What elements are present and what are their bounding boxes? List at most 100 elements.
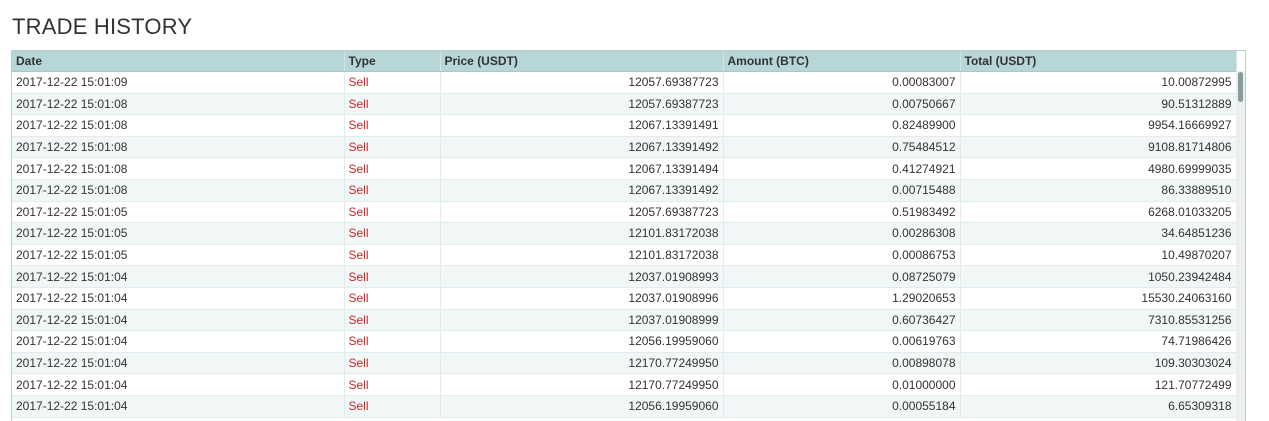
- cell-amount: 0.00750667: [723, 93, 961, 116]
- cell-type: Sell: [344, 395, 441, 418]
- cell-date: 2017-12-22 15:01:04: [12, 287, 345, 310]
- cell-price: 12057.69387723: [440, 71, 724, 94]
- cell-price: 12101.83172038: [440, 244, 724, 267]
- table-row[interactable]: 2017-12-22 15:01:05 Sell 12101.83172038 0.0…: [12, 222, 1237, 245]
- cell-total: 86.33889510: [960, 179, 1237, 202]
- cell-type: Sell: [344, 373, 441, 396]
- cell-price: 12037.01908996: [440, 287, 724, 310]
- cell-amount: 0.00898078: [723, 352, 961, 375]
- cell-amount: 0.41274921: [723, 157, 961, 180]
- cell-price: 12170.77249950: [440, 373, 724, 396]
- cell-total: 34.64851236: [960, 222, 1237, 245]
- cell-type: Sell: [344, 222, 441, 245]
- cell-amount: 0.00055184: [723, 395, 961, 418]
- cell-date: 2017-12-22 15:01:08: [12, 157, 345, 180]
- cell-date: 2017-12-22 15:01:04: [12, 373, 345, 396]
- trade-history-table-container: Date Type Price (USDT) Amount (BTC) Tota…: [11, 50, 1246, 421]
- cell-total: 9108.81714806: [960, 136, 1237, 159]
- table-row[interactable]: 2017-12-22 15:01:08 Sell 12067.13391491 0.8…: [12, 114, 1237, 137]
- cell-price: 12056.19959060: [440, 395, 724, 418]
- scrollbar-thumb[interactable]: [1238, 72, 1243, 102]
- table-row[interactable]: 2017-12-22 15:01:04 Sell 12056.19959060 0.0…: [12, 395, 1237, 418]
- cell-total: 4980.69999035: [960, 157, 1237, 180]
- cell-type: Sell: [344, 179, 441, 202]
- cell-amount: 1.29020653: [723, 287, 961, 310]
- cell-type: Sell: [344, 136, 441, 159]
- cell-amount: 0.82489900: [723, 114, 961, 137]
- cell-total: 6.65309318: [960, 395, 1237, 418]
- cell-price: 12067.13391494: [440, 157, 724, 180]
- cell-type: Sell: [344, 114, 441, 137]
- cell-total: 15530.24063160: [960, 287, 1237, 310]
- cell-amount: 0.00715488: [723, 179, 961, 202]
- cell-amount: 0.75484512: [723, 136, 961, 159]
- column-header-amount[interactable]: Amount (BTC): [723, 51, 961, 72]
- cell-total: 7310.85531256: [960, 309, 1237, 332]
- cell-type: Sell: [344, 265, 441, 288]
- table-row[interactable]: 2017-12-22 15:01:08 Sell 12067.13391492 0.7…: [12, 136, 1237, 159]
- cell-amount: 0.00619763: [723, 330, 961, 353]
- column-header-type[interactable]: Type: [344, 51, 441, 72]
- cell-date: 2017-12-22 15:01:09: [12, 71, 345, 94]
- cell-total: 9954.16669927: [960, 114, 1237, 137]
- table-row[interactable]: 2017-12-22 15:01:04 Sell 12170.77249950 0.0…: [12, 373, 1237, 396]
- trade-history-table: Date Type Price (USDT) Amount (BTC) Tota…: [12, 51, 1237, 418]
- cell-price: 12067.13391491: [440, 114, 724, 137]
- cell-date: 2017-12-22 15:01:08: [12, 136, 345, 159]
- table-row[interactable]: 2017-12-22 15:01:05 Sell 12057.69387723 0.5…: [12, 201, 1237, 224]
- column-header-date[interactable]: Date: [12, 51, 345, 72]
- cell-price: 12037.01908999: [440, 309, 724, 332]
- cell-total: 10.00872995: [960, 71, 1237, 94]
- cell-date: 2017-12-22 15:01:04: [12, 352, 345, 375]
- table-row[interactable]: 2017-12-22 15:01:08 Sell 12057.69387723 0.0…: [12, 93, 1237, 116]
- cell-price: 12067.13391492: [440, 136, 724, 159]
- table-row[interactable]: 2017-12-22 15:01:04 Sell 12056.19959060 0.0…: [12, 330, 1237, 353]
- cell-type: Sell: [344, 71, 441, 94]
- cell-date: 2017-12-22 15:01:05: [12, 222, 345, 245]
- cell-total: 74.71986426: [960, 330, 1237, 353]
- table-row[interactable]: 2017-12-22 15:01:04 Sell 12037.01908999 0.6…: [12, 309, 1237, 332]
- cell-amount: 0.00286308: [723, 222, 961, 245]
- cell-type: Sell: [344, 244, 441, 267]
- cell-amount: 0.51983492: [723, 201, 961, 224]
- column-header-price[interactable]: Price (USDT): [440, 51, 724, 72]
- cell-total: 6268.01033205: [960, 201, 1237, 224]
- cell-type: Sell: [344, 157, 441, 180]
- table-header-row: Date Type Price (USDT) Amount (BTC) Tota…: [12, 51, 1237, 72]
- cell-amount: 0.60736427: [723, 309, 961, 332]
- cell-total: 90.51312889: [960, 93, 1237, 116]
- cell-date: 2017-12-22 15:01:04: [12, 395, 345, 418]
- cell-date: 2017-12-22 15:01:05: [12, 244, 345, 267]
- column-header-total[interactable]: Total (USDT): [960, 51, 1237, 72]
- cell-total: 1050.23942484: [960, 265, 1237, 288]
- cell-total: 109.30303024: [960, 352, 1237, 375]
- cell-date: 2017-12-22 15:01:04: [12, 309, 345, 332]
- cell-amount: 0.00083007: [723, 71, 961, 94]
- table-row[interactable]: 2017-12-22 15:01:04 Sell 12037.01908996 1.2…: [12, 287, 1237, 310]
- cell-type: Sell: [344, 93, 441, 116]
- cell-total: 121.70772499: [960, 373, 1237, 396]
- table-row[interactable]: 2017-12-22 15:01:09 Sell 12057.69387723 0.0…: [12, 71, 1237, 94]
- table-row[interactable]: 2017-12-22 15:01:05 Sell 12101.83172038 0.0…: [12, 244, 1237, 267]
- table-row[interactable]: 2017-12-22 15:01:04 Sell 12037.01908993 0.0…: [12, 265, 1237, 288]
- page-title: TRADE HISTORY: [12, 14, 193, 39]
- cell-price: 12170.77249950: [440, 352, 724, 375]
- cell-type: Sell: [344, 352, 441, 375]
- cell-price: 12037.01908993: [440, 265, 724, 288]
- cell-type: Sell: [344, 287, 441, 310]
- cell-type: Sell: [344, 330, 441, 353]
- table-row[interactable]: 2017-12-22 15:01:08 Sell 12067.13391492 0.0…: [12, 179, 1237, 202]
- table-row[interactable]: 2017-12-22 15:01:08 Sell 12067.13391494 0.4…: [12, 157, 1237, 180]
- cell-price: 12067.13391492: [440, 179, 724, 202]
- cell-price: 12056.19959060: [440, 330, 724, 353]
- cell-price: 12057.69387723: [440, 201, 724, 224]
- vertical-scrollbar[interactable]: [1236, 71, 1245, 421]
- cell-date: 2017-12-22 15:01:08: [12, 179, 345, 202]
- cell-type: Sell: [344, 309, 441, 332]
- cell-price: 12101.83172038: [440, 222, 724, 245]
- cell-amount: 0.01000000: [723, 373, 961, 396]
- cell-date: 2017-12-22 15:01:08: [12, 114, 345, 137]
- table-row[interactable]: 2017-12-22 15:01:04 Sell 12170.77249950 0.0…: [12, 352, 1237, 375]
- cell-date: 2017-12-22 15:01:04: [12, 265, 345, 288]
- cell-date: 2017-12-22 15:01:04: [12, 330, 345, 353]
